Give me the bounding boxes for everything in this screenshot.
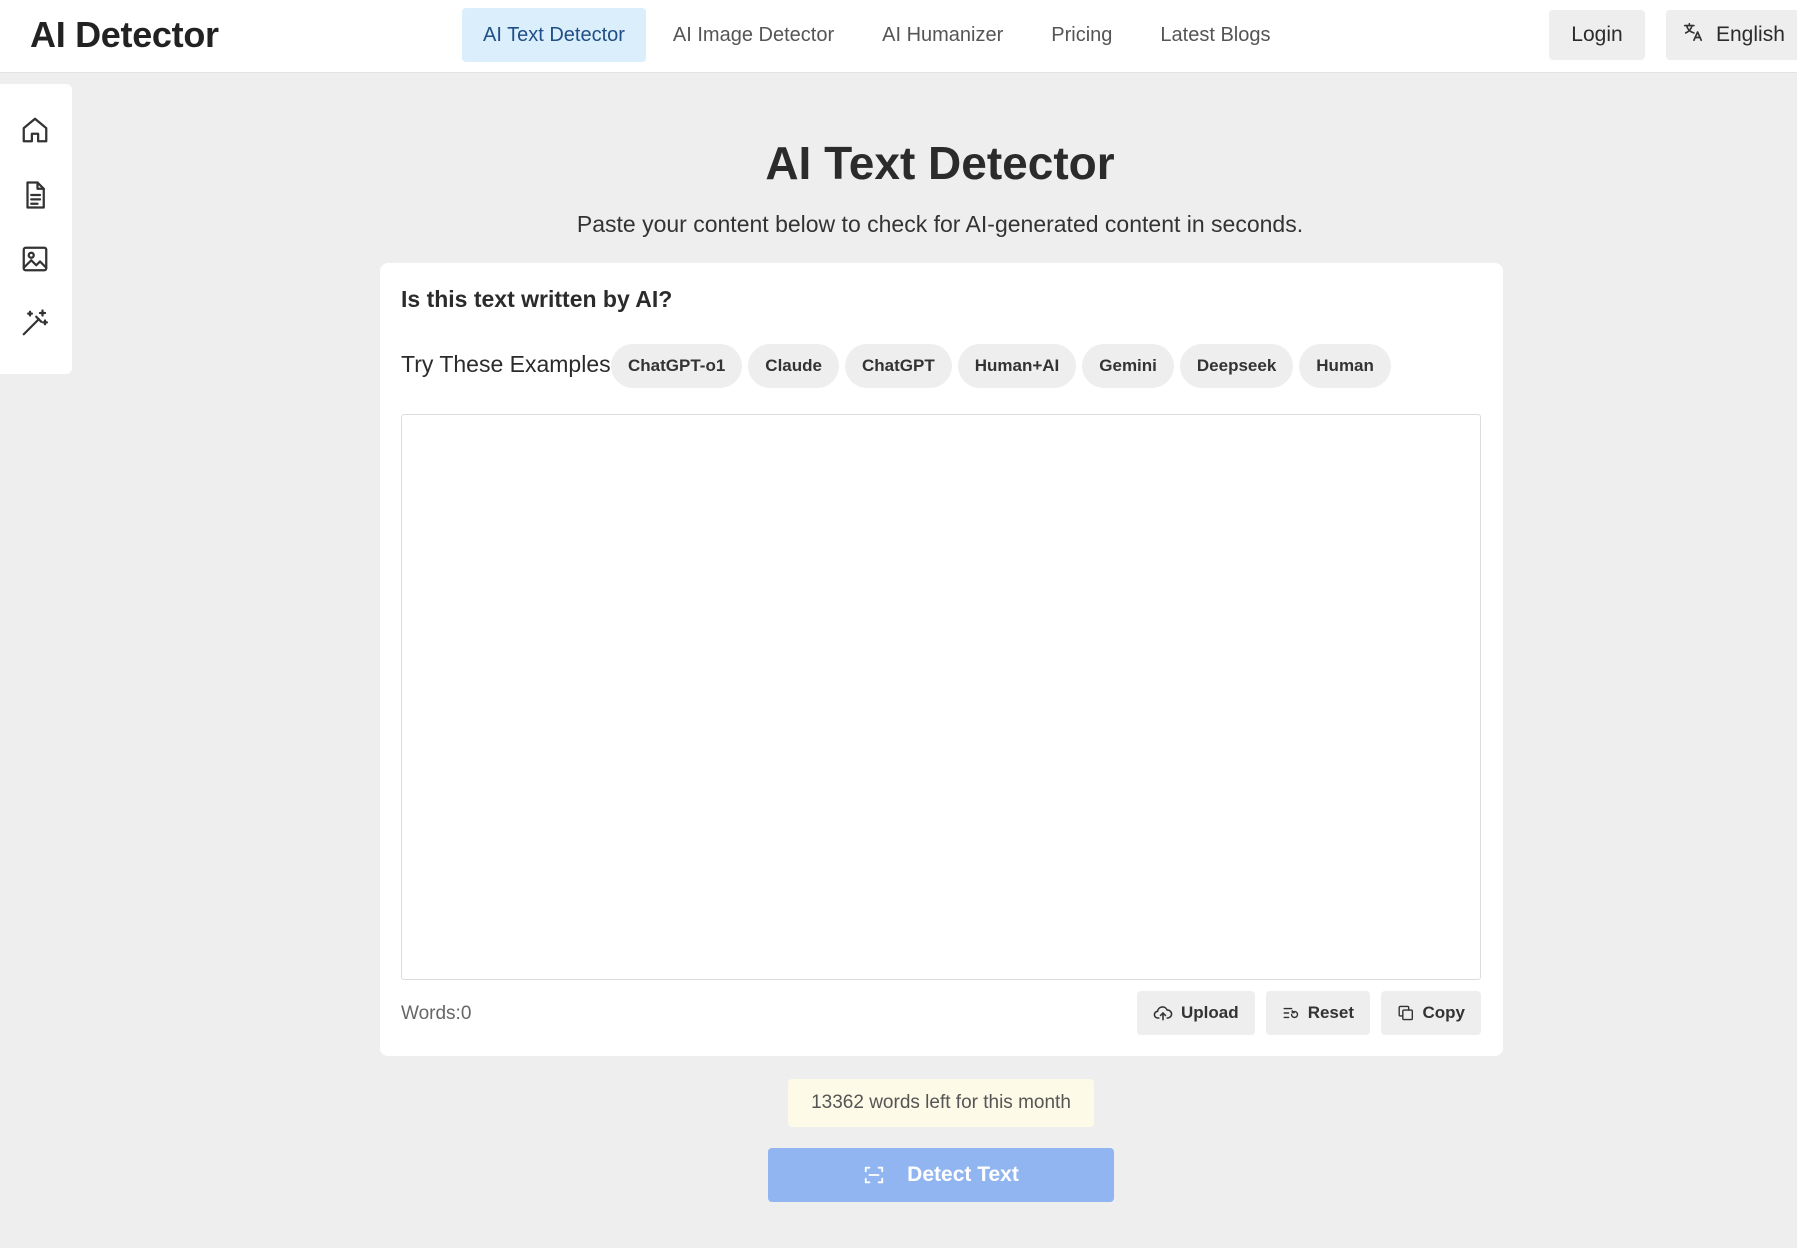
reset-label: Reset [1307,1003,1354,1022]
example-chip-chatgpt-o1[interactable]: ChatGPT-o1 [611,344,743,388]
nav-ai-image-detector[interactable]: AI Image Detector [652,8,855,62]
nav-pricing[interactable]: Pricing [1030,8,1133,62]
page-title: AI Text Detector [765,137,1115,189]
upload-cloud-icon [1153,1006,1173,1021]
example-chip-deepseek[interactable]: Deepseek [1179,344,1294,388]
card-heading: Is this text written by AI? [401,286,673,312]
reset-button[interactable]: Reset [1266,991,1370,1035]
example-chip-human-ai[interactable]: Human+AI [957,344,1077,388]
site-logo[interactable]: AI Detector [30,14,219,56]
nav-ai-text-detector[interactable]: AI Text Detector [462,8,646,62]
nav-ai-humanizer[interactable]: AI Humanizer [861,8,1024,62]
detector-card: Is this text written by AI? Try These Ex… [380,263,1503,1056]
example-chip-human[interactable]: Human [1299,344,1391,388]
translate-icon [1682,21,1716,49]
text-input[interactable] [401,414,1481,980]
word-count: Words:0 [401,1003,472,1024]
nav-latest-blogs[interactable]: Latest Blogs [1139,8,1291,62]
upload-button[interactable]: Upload [1137,991,1255,1035]
example-chip-claude[interactable]: Claude [748,344,839,388]
reset-icon [1283,1007,1299,1019]
example-chips: ChatGPT-o1 Claude ChatGPT Human+AI Gemin… [611,344,1397,388]
language-label: English [1716,23,1785,46]
main-nav: AI Text Detector AI Image Detector AI Hu… [462,8,1297,62]
scan-icon [865,1166,884,1184]
detect-text-label: Detect Text [907,1163,1019,1186]
language-button[interactable]: English [1666,10,1797,60]
example-chip-chatgpt[interactable]: ChatGPT [844,344,952,388]
detect-text-button[interactable]: Detect Text [768,1148,1114,1202]
magic-wand-icon[interactable] [18,306,52,340]
words-left-notice: 13362 words left for this month [788,1079,1094,1127]
image-icon[interactable] [18,242,52,276]
copy-button[interactable]: Copy [1381,991,1481,1035]
copy-label: Copy [1422,1003,1466,1022]
examples-label: Try These Examples: [401,351,618,377]
upload-label: Upload [1181,1003,1239,1022]
example-chip-gemini[interactable]: Gemini [1082,344,1174,388]
top-header: AI Detector AI Text Detector AI Image De… [0,0,1797,73]
copy-icon [1398,1005,1414,1021]
login-button[interactable]: Login [1549,10,1645,60]
page-subtitle: Paste your content below to check for AI… [576,211,1304,237]
